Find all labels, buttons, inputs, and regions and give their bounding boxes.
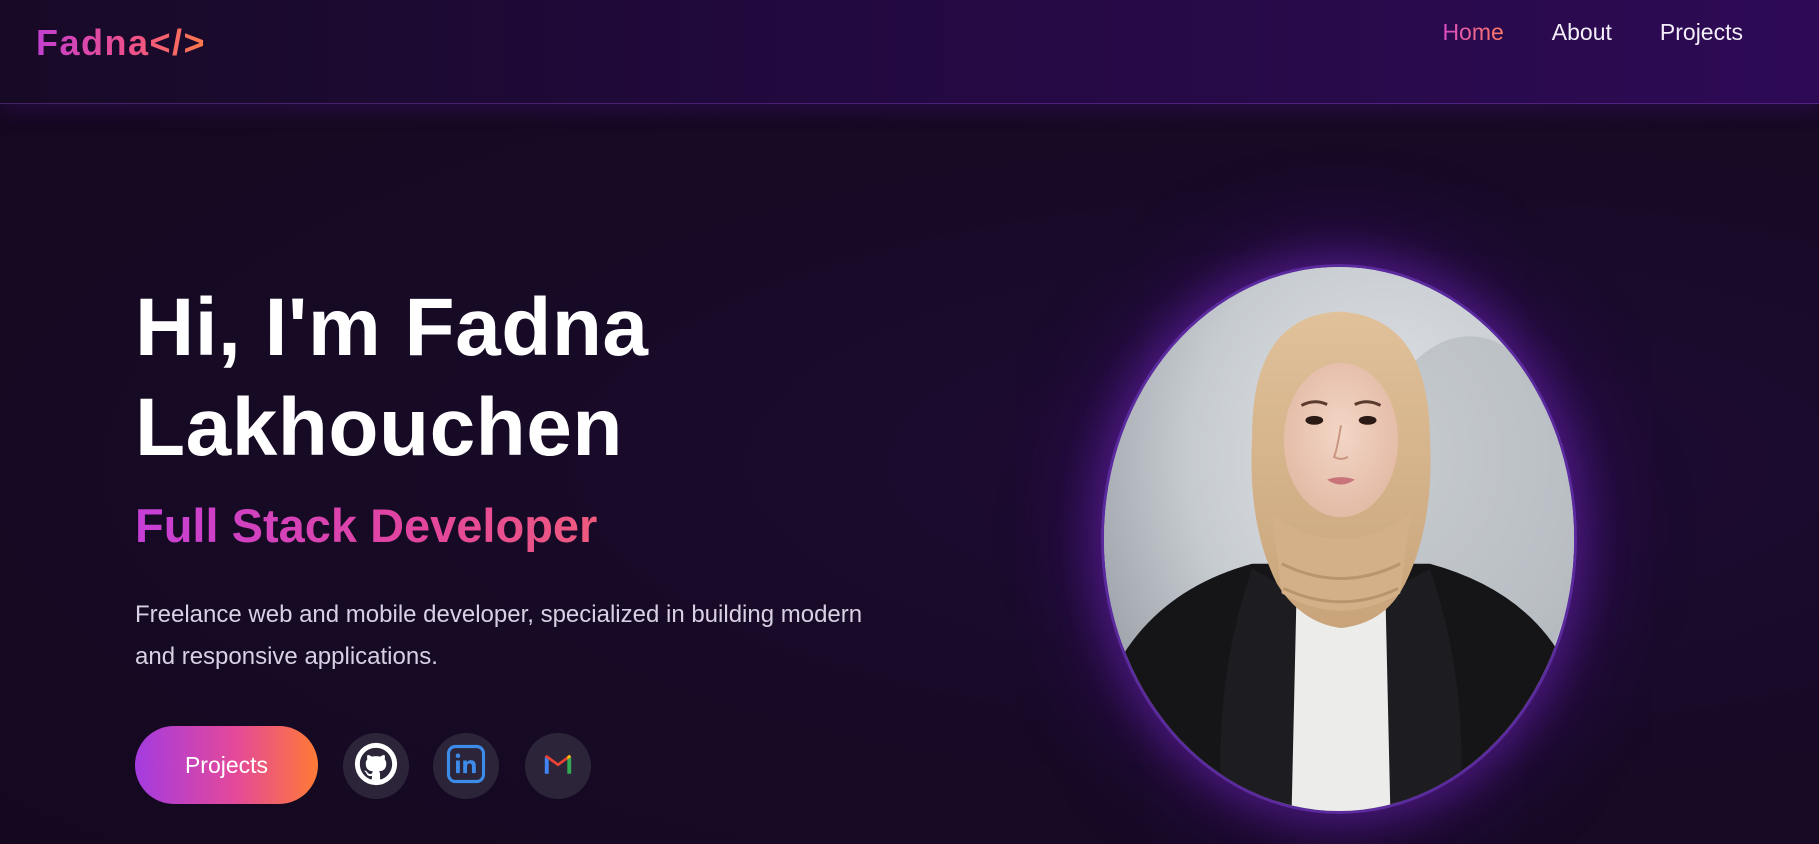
hero-title-line1: Hi, I'm Fadna (135, 282, 649, 373)
nav-link-home[interactable]: Home (1442, 19, 1503, 46)
linkedin-icon (445, 743, 487, 790)
nav-links: Home About Projects (1442, 19, 1743, 46)
github-icon (354, 742, 398, 791)
projects-button[interactable]: Projects (135, 726, 318, 804)
hero-title-line2: Lakhouchen (135, 382, 623, 473)
gmail-link[interactable] (525, 733, 591, 799)
profile-photo (1101, 264, 1577, 814)
github-link[interactable] (343, 733, 409, 799)
nav-link-about[interactable]: About (1552, 19, 1612, 46)
page: Fadna</> Home About Projects Hi, I'm Fad… (0, 0, 1819, 844)
top-navbar: Fadna</> Home About Projects (0, 0, 1819, 104)
hero-subtitle: Full Stack Developer (135, 499, 598, 552)
linkedin-link[interactable] (433, 733, 499, 799)
nav-link-projects[interactable]: Projects (1660, 19, 1743, 46)
site-logo[interactable]: Fadna</> (36, 22, 206, 64)
hero-title: Hi, I'm Fadna Lakhouchen (135, 278, 855, 478)
hero-description: Freelance web and mobile developer, spec… (135, 601, 863, 670)
gmail-icon (540, 746, 576, 787)
profile-portrait-illustration (1104, 267, 1574, 811)
